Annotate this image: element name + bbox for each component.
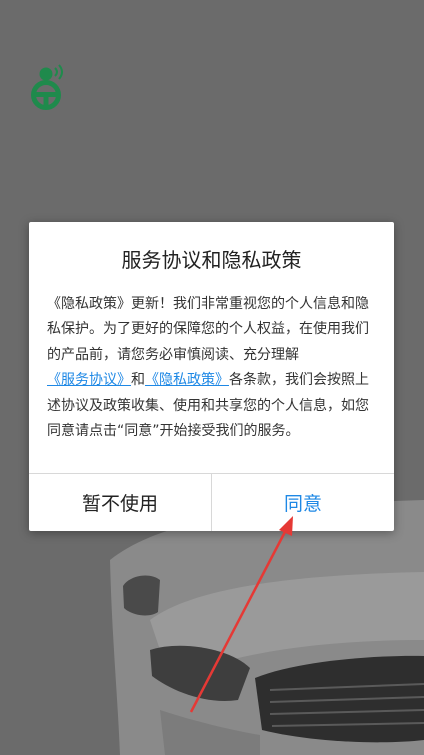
body-text-1: 《隐私政策》更新！我们非常重视您的个人信息和隐私保护。为了更好的保障您的个人权益… <box>47 296 369 363</box>
dialog-title: 服务协议和隐私政策 <box>121 248 302 272</box>
decline-button[interactable]: 暂不使用 <box>29 474 212 531</box>
privacy-policy-link[interactable]: 《隐私政策》 <box>145 372 229 388</box>
agree-button[interactable]: 同意 <box>212 474 394 531</box>
service-agreement-link[interactable]: 《服务协议》 <box>47 372 131 388</box>
dialog-button-row: 暂不使用 同意 <box>29 473 394 531</box>
body-text-2: 和 <box>131 372 145 389</box>
dialog-body: 《隐私政策》更新！我们非常重视您的个人信息和隐私保护。为了更好的保障您的个人权益… <box>47 292 376 444</box>
steering-wheel-person-icon <box>31 64 63 110</box>
privacy-policy-dialog: 服务协议和隐私政策 《隐私政策》更新！我们非常重视您的个人信息和隐私保护。为了更… <box>29 222 394 531</box>
